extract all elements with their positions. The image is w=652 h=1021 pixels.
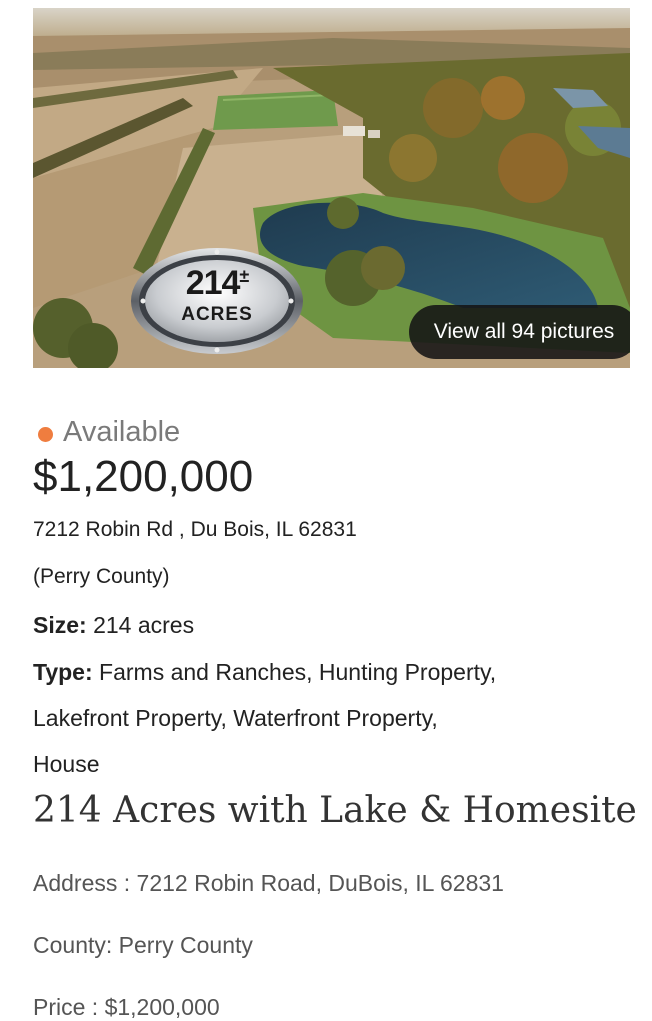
listing-title: 214 Acres with Lake & Homesite: [33, 790, 637, 831]
type-value-line-2: Lakefront Property, Waterfront Property,: [33, 705, 438, 731]
listing-type: Type: Farms and Ranches, Hunting Propert…: [33, 659, 496, 686]
listing-photo[interactable]: 214± ACRES View all 94 pictures: [33, 8, 630, 368]
listing-size: Size: 214 acres: [33, 612, 194, 639]
detail-county: County: Perry County: [33, 932, 253, 958]
type-label: Type:: [33, 659, 93, 685]
status-dot-icon: [38, 427, 53, 442]
badge-label: ACRES: [181, 304, 253, 325]
badge-number: 214±: [185, 264, 250, 302]
status-text: Available: [63, 416, 181, 448]
size-label: Size:: [33, 612, 87, 638]
type-value-line-1: Farms and Ranches, Hunting Property,: [99, 659, 497, 685]
type-value-line-3: House: [33, 751, 100, 777]
listing-county: (Perry County): [33, 565, 170, 588]
listing-price: $1,200,000: [33, 452, 254, 501]
status-indicator: Available: [38, 416, 180, 449]
acreage-badge: 214± ACRES: [129, 246, 305, 356]
listing-address: 7212 Robin Rd , Du Bois, IL 62831: [33, 518, 357, 541]
detail-price: Price : $1,200,000: [33, 994, 220, 1020]
size-value: 214 acres: [93, 612, 195, 638]
detail-address: Address : 7212 Robin Road, DuBois, IL 62…: [33, 870, 504, 896]
view-all-pictures-button[interactable]: View all 94 pictures: [409, 305, 630, 359]
